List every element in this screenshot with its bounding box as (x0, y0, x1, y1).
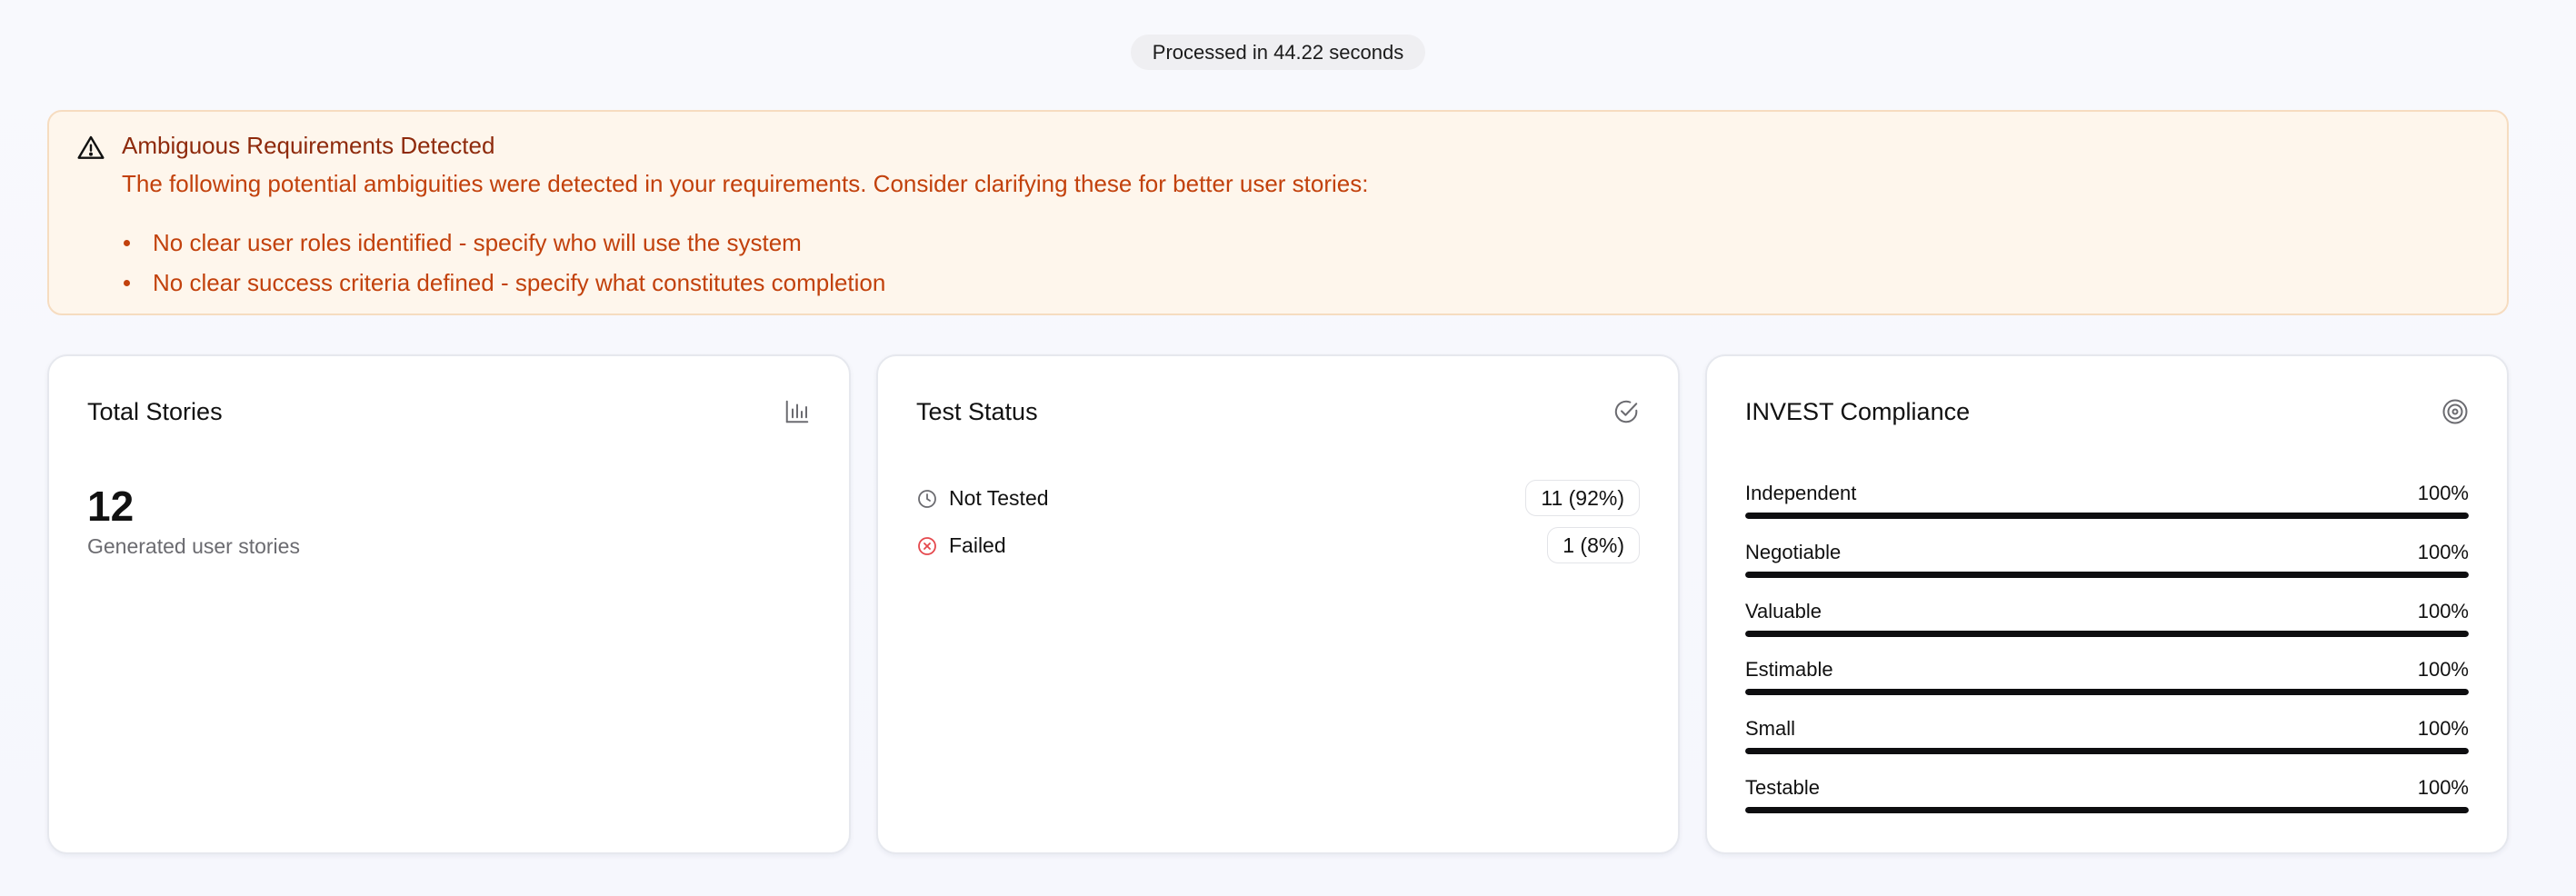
progress-fill (1745, 807, 2469, 813)
total-stories-label: Generated user stories (87, 534, 300, 558)
status-count-badge: 11 (92%) (1525, 480, 1640, 516)
progress-track (1745, 572, 2469, 578)
ambiguity-item-text: No clear success criteria defined - spec… (153, 269, 886, 296)
metric-label: Small (1745, 717, 1796, 740)
total-stories-card: Total Stories 12 Generated user stories (47, 354, 851, 854)
status-label: Not Tested (949, 486, 1049, 510)
ambiguity-alert: Ambiguous Requirements Detected The foll… (47, 110, 2509, 315)
bullet-dot (124, 240, 130, 246)
status-row-not-tested: Not Tested 11 (92%) (916, 480, 1640, 516)
invest-compliance-card: INVEST Compliance Independent 100% Negot… (1705, 354, 2509, 854)
metric-value: 100% (2417, 717, 2469, 740)
metric-label: Valuable (1745, 600, 1822, 622)
progress-track (1745, 513, 2469, 519)
progress-fill (1745, 572, 2469, 578)
status-row-failed: Failed 1 (8%) (916, 527, 1640, 563)
processing-time-badge: Processed in 44.22 seconds (1131, 35, 1425, 70)
progress-fill (1745, 631, 2469, 637)
invest-metric-testable: Testable 100% (1745, 776, 2469, 820)
progress-track (1745, 748, 2469, 754)
metric-value: 100% (2417, 600, 2469, 622)
metric-value: 100% (2417, 482, 2469, 504)
progress-track (1745, 631, 2469, 637)
alert-title: Ambiguous Requirements Detected (122, 132, 495, 159)
progress-fill (1745, 513, 2469, 519)
target-icon (2442, 399, 2468, 424)
metric-value: 100% (2417, 658, 2469, 681)
metric-label: Testable (1745, 776, 1820, 799)
progress-track (1745, 807, 2469, 813)
metric-value: 100% (2417, 776, 2469, 799)
progress-fill (1745, 689, 2469, 695)
alert-description: The following potential ambiguities were… (122, 170, 1369, 197)
bar-chart-icon (785, 400, 809, 423)
status-label: Failed (949, 533, 1006, 557)
processing-time-text: Processed in 44.22 seconds (1152, 40, 1404, 64)
invest-metric-negotiable: Negotiable 100% (1745, 541, 2469, 584)
alert-triangle-icon (77, 135, 105, 159)
ambiguity-item: No clear user roles identified - specify… (122, 223, 885, 263)
metric-value: 100% (2417, 541, 2469, 563)
metric-label: Independent (1745, 482, 1857, 504)
metric-label: Estimable (1745, 658, 1833, 681)
invest-metric-valuable: Valuable 100% (1745, 600, 2469, 643)
clock-icon (918, 490, 936, 508)
invest-metric-estimable: Estimable 100% (1745, 658, 2469, 702)
card-title: INVEST Compliance (1745, 398, 1971, 425)
invest-metric-small: Small 100% (1745, 717, 2469, 761)
progress-track (1745, 689, 2469, 695)
card-title: Test Status (916, 398, 1038, 425)
bullet-dot (124, 280, 130, 286)
check-circle-icon (1614, 400, 1638, 423)
results-page: Processed in 44.22 seconds Ambiguous Req… (0, 0, 2576, 896)
status-count-badge: 1 (8%) (1547, 527, 1640, 563)
progress-fill (1745, 748, 2469, 754)
ambiguity-item: No clear success criteria defined - spec… (122, 263, 885, 303)
ambiguity-item-text: No clear user roles identified - specify… (153, 229, 802, 256)
metric-label: Negotiable (1745, 541, 1842, 563)
card-title: Total Stories (87, 398, 223, 425)
invest-metric-independent: Independent 100% (1745, 482, 2469, 525)
total-stories-value: 12 (87, 483, 135, 530)
x-circle-icon (918, 537, 936, 555)
ambiguity-list: No clear user roles identified - specify… (122, 223, 885, 303)
test-status-card: Test Status Not Tested 11 (92%) Failed 1… (876, 354, 1680, 854)
